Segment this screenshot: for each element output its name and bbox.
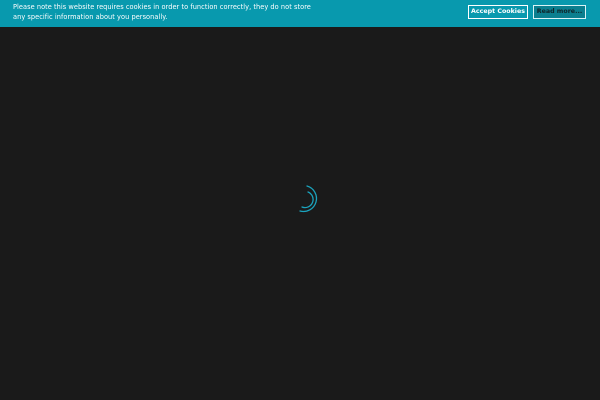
read-more-button[interactable]: Read more... — [533, 5, 586, 19]
cookie-consent-banner: Please note this website requires cookie… — [0, 0, 600, 27]
cookie-notice-text: Please note this website requires cookie… — [13, 3, 311, 21]
accept-cookies-button[interactable]: Accept Cookies — [468, 5, 528, 19]
loading-spinner-icon — [299, 185, 318, 213]
